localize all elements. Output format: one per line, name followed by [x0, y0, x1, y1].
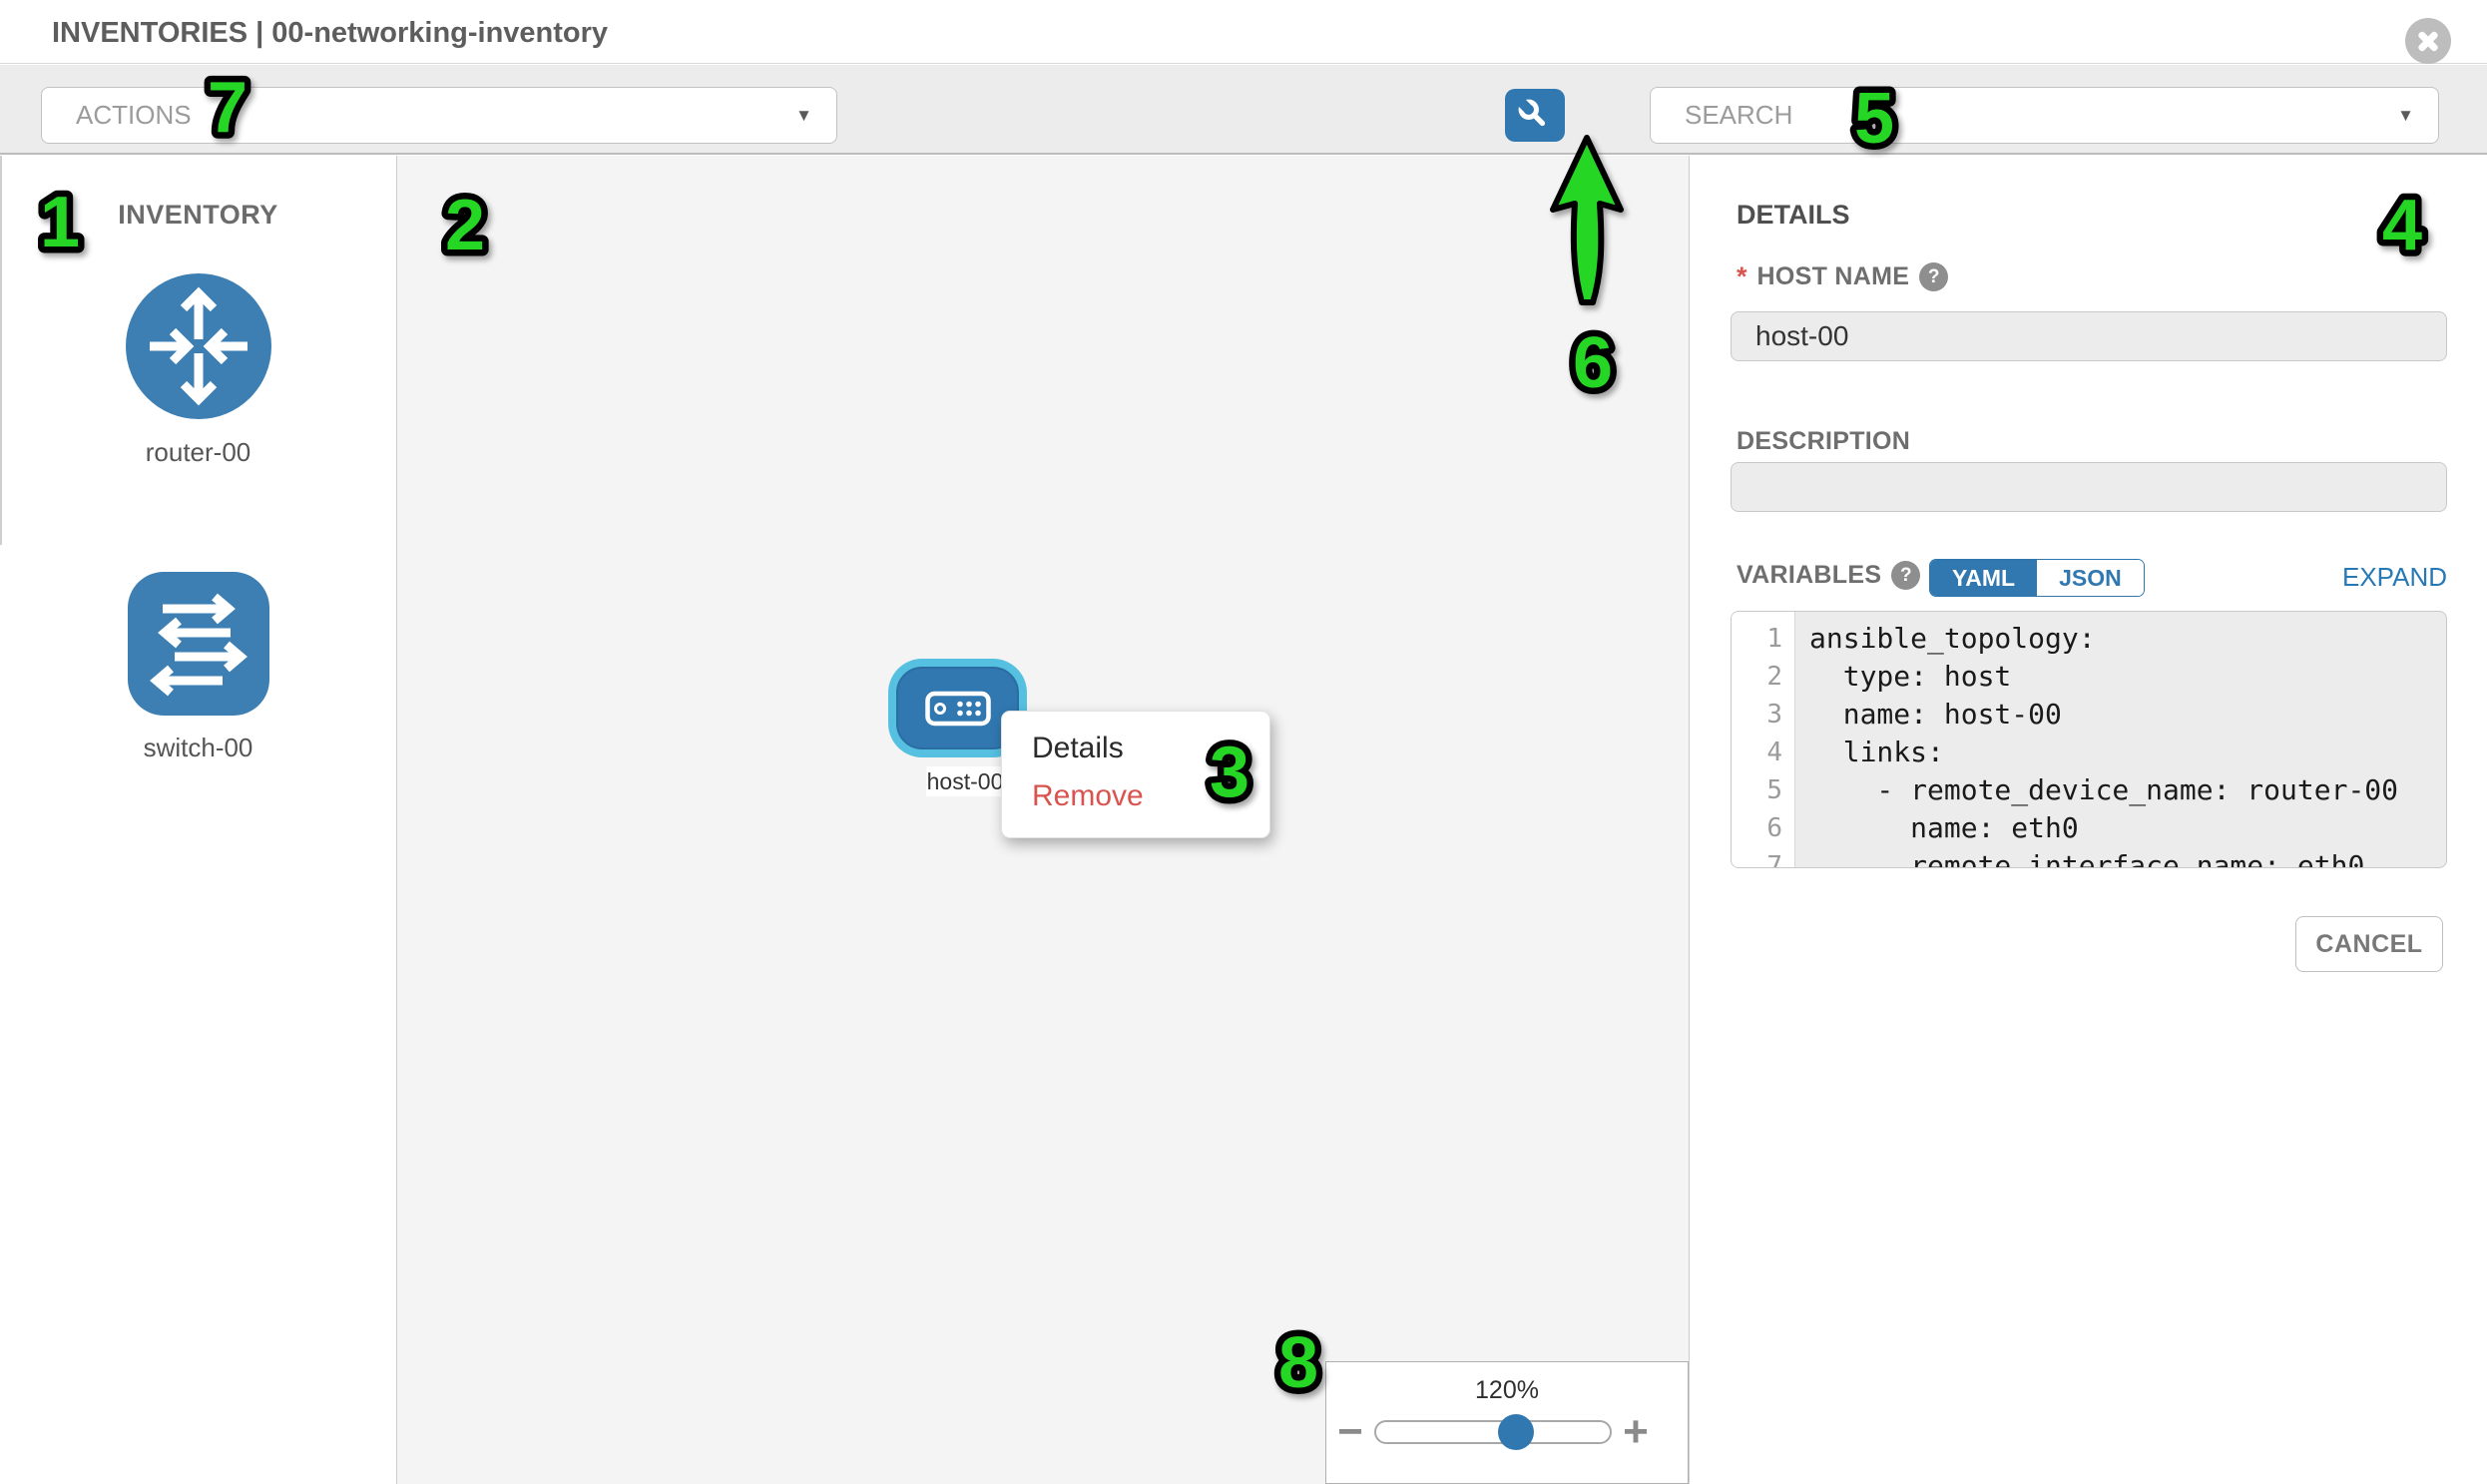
editor-code: ansible_topology: type: host name: host-… — [1795, 612, 2446, 867]
sidebar-item-label: switch-00 — [144, 733, 253, 763]
zoom-slider-track[interactable] — [1374, 1420, 1612, 1444]
context-menu-item-remove[interactable]: Remove — [1002, 772, 1269, 820]
topology-canvas[interactable]: host-00 Details Remove 120% − + — [397, 156, 1690, 1484]
variables-label: VARIABLES — [1737, 561, 1881, 590]
tab-yaml[interactable]: YAML — [1930, 560, 2037, 596]
actions-dropdown-label: ACTIONS — [76, 100, 795, 131]
zoom-out-button[interactable]: − — [1326, 1408, 1374, 1456]
description-input[interactable] — [1731, 462, 2447, 512]
variables-format-toggle: YAML JSON — [1929, 559, 2145, 597]
host-node-label: host-00 — [926, 766, 1004, 796]
required-mark: * — [1737, 261, 1747, 292]
context-menu-item-details[interactable]: Details — [1002, 725, 1269, 772]
code-line: ansible_topology: — [1809, 620, 2446, 658]
help-icon[interactable]: ? — [1891, 561, 1920, 590]
tools-button[interactable] — [1505, 89, 1565, 142]
toolbar: ACTIONS ▼ SEARCH — [0, 65, 2487, 155]
zoom-level: 120% — [1326, 1376, 1688, 1405]
help-icon[interactable]: ? — [1919, 262, 1948, 291]
editor-line-numbers: 1 2 3 4 5 6 7 — [1732, 612, 1795, 867]
zoom-in-button[interactable]: + — [1612, 1408, 1660, 1456]
host-server-icon — [925, 691, 991, 727]
code-line: links: — [1809, 734, 2446, 771]
details-heading: DETAILS — [1737, 200, 1850, 231]
sidebar-item-label: router-00 — [146, 437, 251, 468]
code-line: name: host-00 — [1809, 696, 2446, 734]
sidebar-heading: INVENTORY — [0, 200, 396, 231]
router-arrows-icon — [124, 271, 273, 421]
wrench-icon — [1513, 94, 1557, 138]
zoom-slider-thumb[interactable] — [1498, 1414, 1534, 1450]
tab-json[interactable]: JSON — [2037, 560, 2144, 596]
code-line: - remote_device_name: router-00 — [1809, 771, 2446, 809]
code-line: type: host — [1809, 658, 2446, 696]
description-label: DESCRIPTION — [1737, 427, 1910, 456]
inventory-topology-app: INVENTORIES | 00-networking-inventory AC… — [0, 0, 2487, 1484]
zoom-control: 120% − + — [1325, 1361, 1689, 1484]
code-line: remote_interface_name: eth0 — [1809, 847, 2446, 868]
search-dropdown[interactable]: SEARCH ▼ — [1650, 87, 2439, 144]
cancel-button[interactable]: CANCEL — [2295, 916, 2443, 972]
header: INVENTORIES | 00-networking-inventory — [0, 0, 2487, 64]
host-name-label: HOST NAME — [1757, 262, 1910, 291]
inventory-sidebar: INVENTORY router-00 — [0, 156, 397, 1484]
chevron-down-icon: ▼ — [2397, 106, 2414, 126]
details-panel: DETAILS * HOST NAME ? DESCRIPTION VARIAB… — [1690, 156, 2487, 1484]
host-name-input[interactable] — [1731, 311, 2447, 361]
search-dropdown-label: SEARCH — [1685, 100, 2397, 131]
context-menu: Details Remove — [1001, 711, 1270, 838]
page-title: INVENTORIES | 00-networking-inventory — [52, 17, 608, 50]
variables-editor[interactable]: 1 2 3 4 5 6 7 ansible_topology: type: ho… — [1731, 611, 2447, 868]
expand-link[interactable]: EXPAND — [2342, 562, 2447, 593]
sidebar-item-router[interactable]: router-00 — [0, 271, 396, 468]
sidebar-item-switch[interactable]: switch-00 — [0, 571, 396, 763]
actions-dropdown[interactable]: ACTIONS ▼ — [41, 87, 837, 144]
code-line: name: eth0 — [1809, 809, 2446, 847]
chevron-down-icon: ▼ — [795, 106, 812, 126]
close-button[interactable] — [2405, 18, 2451, 64]
switch-arrows-icon — [127, 571, 270, 717]
